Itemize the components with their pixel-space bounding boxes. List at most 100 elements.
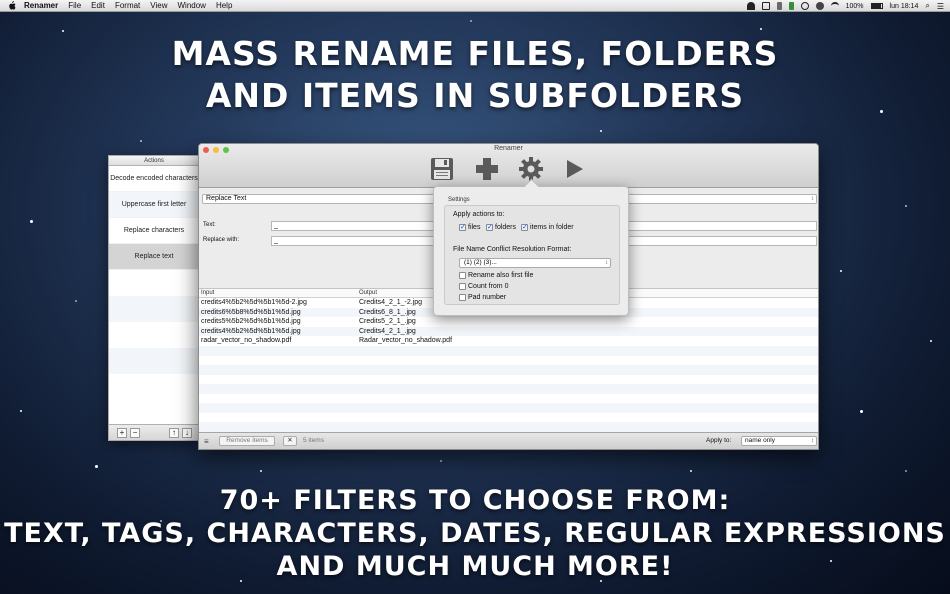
headline-bottom-line1: 70+ FILTERS TO CHOOSE FROM: [219,485,731,516]
pad-number-checkbox[interactable] [459,294,466,301]
menu-help[interactable]: Help [216,1,232,10]
select-arrows-icon: ↕ [811,438,814,444]
bottom-bar: ≡ Remove items ✕ 5 items Apply to: name … [199,432,818,449]
select-arrows-icon: ↕ [605,260,608,266]
remove-action-button[interactable]: − [130,428,140,438]
headline-top-line1: MASS RENAME FILES, FOLDERS [171,34,779,73]
headline-bottom-line2: TEXT, TAGS, CHARACTERS, DATES, REGULAR E… [4,518,946,549]
output-cell: Credits6_8_1_.jpg [359,308,416,316]
menu-view[interactable]: View [150,1,167,10]
filter-select-value: Replace Text [206,195,247,202]
clear-button[interactable]: ✕ [283,436,297,446]
activity-icon[interactable] [788,2,794,10]
actions-list: Decode encoded characters Uppercase firs… [109,166,199,400]
table-row[interactable]: credits5%5b2%5d%5b1%5d.jpg Credits5_2_1_… [199,317,818,327]
time-machine-icon[interactable] [815,2,824,10]
empty-row [109,296,199,322]
text-label: Text: [203,222,216,228]
battery-icon[interactable] [870,3,883,9]
item-count: 5 items [303,437,324,444]
action-item-replace-characters[interactable]: Replace characters [109,218,199,244]
empty-row [109,374,199,400]
actions-footer: + − ↑ ↓ [109,424,199,440]
count-from-zero-label: Count from 0 [468,283,509,290]
actions-header: Actions [109,156,199,166]
battery-percent: 100% [845,2,864,10]
move-down-button[interactable]: ↓ [182,428,192,438]
window-titlebar: Renamer [199,144,818,188]
items-in-folder-label: items in folder [530,224,574,231]
output-cell: Radar_vector_no_shadow.pdf [359,337,453,344]
conflict-format-select[interactable]: (1) (2) (3)... ↕ [459,258,611,268]
menu-format[interactable]: Format [115,1,140,10]
input-cell: credits4%5b2%5d%5b1%5d.jpg [201,327,301,335]
action-item-replace-text[interactable]: Replace text [109,244,199,270]
input-cell: radar_vector_no_shadow.pdf [201,337,292,344]
empty-row [109,270,199,296]
headline-bottom: 70+ FILTERS TO CHOOSE FROM: TEXT, TAGS, … [0,484,950,583]
conflict-format-label: File Name Conflict Resolution Format: [453,246,572,253]
settings-group: Apply actions to: ✓ files ✓ folders ✓ it… [444,205,620,305]
table-row[interactable]: credits4%5b2%5d%5b1%5d.jpg Credits4_2_1_… [199,326,818,336]
input-cell: credits5%5b2%5d%5b1%5d.jpg [201,318,301,325]
menu-file[interactable]: File [68,1,81,10]
run-icon[interactable] [561,156,587,182]
apply-to-select[interactable]: name only ↕ [741,436,817,446]
rename-first-file-label: Rename also first file [468,272,534,279]
column-header-output[interactable]: Output [359,290,377,296]
settings-title: Settings [448,197,470,203]
dropbox-icon[interactable] [746,2,755,10]
action-item-uppercase[interactable]: Uppercase first letter [109,192,199,218]
add-icon[interactable] [474,156,500,182]
files-checkbox-label: files [468,224,481,231]
remove-items-button[interactable]: Remove items [219,436,275,446]
notification-center-icon[interactable]: ☰ [937,2,944,11]
apple-menu-icon[interactable] [8,1,18,11]
bracket-icon[interactable] [761,2,770,10]
output-cell: Credits4_2_1_-2.jpg [359,299,423,306]
pad-number-label: Pad number [468,294,507,301]
settings-popover: Settings Apply actions to: ✓ files ✓ fol… [433,186,629,316]
count-from-zero-checkbox[interactable] [459,283,466,290]
empty-row [109,322,199,348]
output-cell: Credits4_2_1_.jpg [359,327,416,335]
menu-edit[interactable]: Edit [91,1,105,10]
menu-window[interactable]: Window [177,1,205,10]
menu-bar: Renamer File Edit Format View Window Hel… [0,0,950,12]
action-item-decode[interactable]: Decode encoded characters [109,166,199,192]
clock[interactable]: lun 18:14 [890,3,919,10]
folders-checkbox[interactable]: ✓ [486,224,493,231]
input-cell: credits6%5b8%5d%5b1%5d.jpg [201,308,301,316]
apply-to-value: name only [745,437,775,444]
empty-row [109,348,199,374]
add-action-button[interactable]: + [117,428,127,438]
headline-bottom-line3: AND MUCH MUCH MORE! [276,551,674,582]
items-in-folder-checkbox[interactable]: ✓ [521,224,528,231]
folders-checkbox-label: folders [495,224,517,231]
save-icon[interactable] [429,156,455,182]
rename-first-file-checkbox[interactable] [459,272,466,279]
headline-top-line2: AND ITEMS IN SUBFOLDERS [205,76,745,115]
menu-extras: 100% lun 18:14 ⌕ ☰ [746,0,944,12]
apply-actions-label: Apply actions to: [453,211,505,218]
window-title: Renamer [494,145,523,152]
spotlight-icon[interactable]: ⌕ [925,1,929,11]
actions-panel: Actions Decode encoded characters Upperc… [108,155,200,441]
wifi-icon[interactable] [830,2,839,10]
menu-app-name[interactable]: Renamer [24,1,58,10]
monitor-icon[interactable] [776,2,782,10]
sync-icon[interactable] [800,2,809,10]
table-empty-rows [199,346,818,436]
output-cell: Credits5_2_1_.jpg [359,318,416,325]
replace-with-label: Replace with: [203,237,240,243]
column-header-input[interactable]: Input [201,290,214,296]
headline-top: MASS RENAME FILES, FOLDERS AND ITEMS IN … [0,33,950,117]
input-cell: credits4%5b2%5d%5b1%5d-2.jpg [201,299,307,306]
select-arrows-icon: ↕ [811,196,814,202]
move-up-button[interactable]: ↑ [169,428,179,438]
files-checkbox[interactable]: ✓ [459,224,466,231]
list-icon[interactable]: ≡ [204,437,209,446]
conflict-format-value: (1) (2) (3)... [464,259,497,266]
apply-to-label: Apply to: [706,437,732,444]
table-row[interactable]: radar_vector_no_shadow.pdf Radar_vector_… [199,336,818,346]
